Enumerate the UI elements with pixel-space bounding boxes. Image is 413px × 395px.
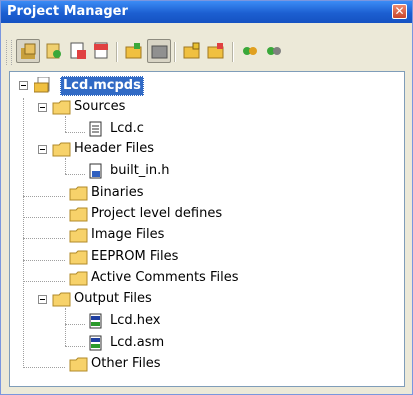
folder-project-level-defines[interactable]: Project level defines xyxy=(69,205,319,223)
folder-icon xyxy=(52,142,71,157)
folder-image-files[interactable]: Image Files xyxy=(69,226,269,244)
delete-folder-button[interactable] xyxy=(204,39,228,63)
folder-icon xyxy=(69,357,88,372)
build-button[interactable] xyxy=(238,39,262,63)
project-tree[interactable]: Lcd.mcpds Sources Lcd.c Header Files bui… xyxy=(9,71,405,387)
add-file-button[interactable] xyxy=(66,39,90,63)
folder-icon xyxy=(52,100,71,115)
toolbar-separator xyxy=(232,42,234,62)
file-lcd-hex[interactable]: Lcd.hex xyxy=(88,312,288,330)
project-file-icon xyxy=(34,77,50,93)
open-project-icon xyxy=(21,43,36,59)
folder-eeprom-files[interactable]: EEPROM Files xyxy=(69,248,269,266)
toolbar-separator xyxy=(174,42,176,62)
tree-line xyxy=(23,98,24,368)
view-icon xyxy=(151,45,168,59)
remove-file-icon xyxy=(94,42,108,59)
folder-output-files[interactable]: Output Files xyxy=(52,290,252,308)
tree-line xyxy=(65,158,66,174)
file-lcd-c[interactable]: Lcd.c xyxy=(88,120,288,138)
build-all-button[interactable] xyxy=(262,39,286,63)
header-file-icon xyxy=(89,163,102,179)
folder-sources[interactable]: Sources xyxy=(52,98,252,116)
tree-line xyxy=(65,116,66,132)
tree-root[interactable]: Lcd.mcpds xyxy=(34,76,164,96)
save-project-icon xyxy=(46,43,61,59)
tree-line xyxy=(65,308,66,346)
file-lcd-asm[interactable]: Lcd.asm xyxy=(88,334,288,352)
project-manager-window: Project Manager ✕ Lcd.mcpds Sources Lcd.… xyxy=(0,0,413,395)
collapse-sources-toggle[interactable] xyxy=(38,103,47,112)
window-title: Project Manager xyxy=(7,4,128,19)
asm-file-icon xyxy=(89,335,102,351)
close-button[interactable]: ✕ xyxy=(392,4,407,19)
folder-icon xyxy=(69,271,88,286)
folder-icon xyxy=(52,292,71,307)
hex-file-icon xyxy=(89,313,102,329)
folder-header-files[interactable]: Header Files xyxy=(52,140,252,158)
folder-icon xyxy=(69,186,88,201)
toolbar-separator xyxy=(116,42,118,62)
view-button[interactable] xyxy=(147,39,171,63)
delete-folder-icon xyxy=(207,43,224,59)
collapse-output-files-toggle[interactable] xyxy=(38,295,47,304)
remove-file-button[interactable] xyxy=(90,39,114,63)
toolbar-grip[interactable] xyxy=(6,40,12,65)
tree-line xyxy=(65,324,85,325)
tree-line xyxy=(23,196,65,197)
collapse-root-toggle[interactable] xyxy=(19,81,28,90)
add-folder-icon xyxy=(183,42,200,59)
folder-binaries[interactable]: Binaries xyxy=(69,184,269,202)
folder-icon xyxy=(69,250,88,265)
tree-line xyxy=(65,174,85,175)
tree-line xyxy=(23,367,65,368)
add-file-icon xyxy=(70,42,86,59)
collapse-header-files-toggle[interactable] xyxy=(38,145,47,154)
open-project-button[interactable] xyxy=(16,39,40,63)
build-icon xyxy=(243,47,257,55)
c-source-file-icon xyxy=(89,121,102,137)
new-folder-button[interactable] xyxy=(122,39,146,63)
tree-line xyxy=(65,346,85,347)
new-folder-icon xyxy=(125,43,142,59)
folder-icon xyxy=(69,207,88,222)
tree-line xyxy=(65,132,85,133)
save-project-button[interactable] xyxy=(42,39,66,63)
add-folder-button[interactable] xyxy=(180,39,204,63)
tree-line xyxy=(23,281,65,282)
tree-line xyxy=(23,260,65,261)
file-built-in-h[interactable]: built_in.h xyxy=(88,162,288,180)
toolbar xyxy=(6,37,407,67)
folder-icon xyxy=(69,228,88,243)
tree-line xyxy=(23,238,65,239)
build-all-icon xyxy=(267,47,281,55)
title-bar[interactable]: Project Manager ✕ xyxy=(1,1,412,23)
tree-line xyxy=(23,217,65,218)
folder-active-comments-files[interactable]: Active Comments Files xyxy=(69,269,319,287)
folder-other-files[interactable]: Other Files xyxy=(69,355,269,373)
